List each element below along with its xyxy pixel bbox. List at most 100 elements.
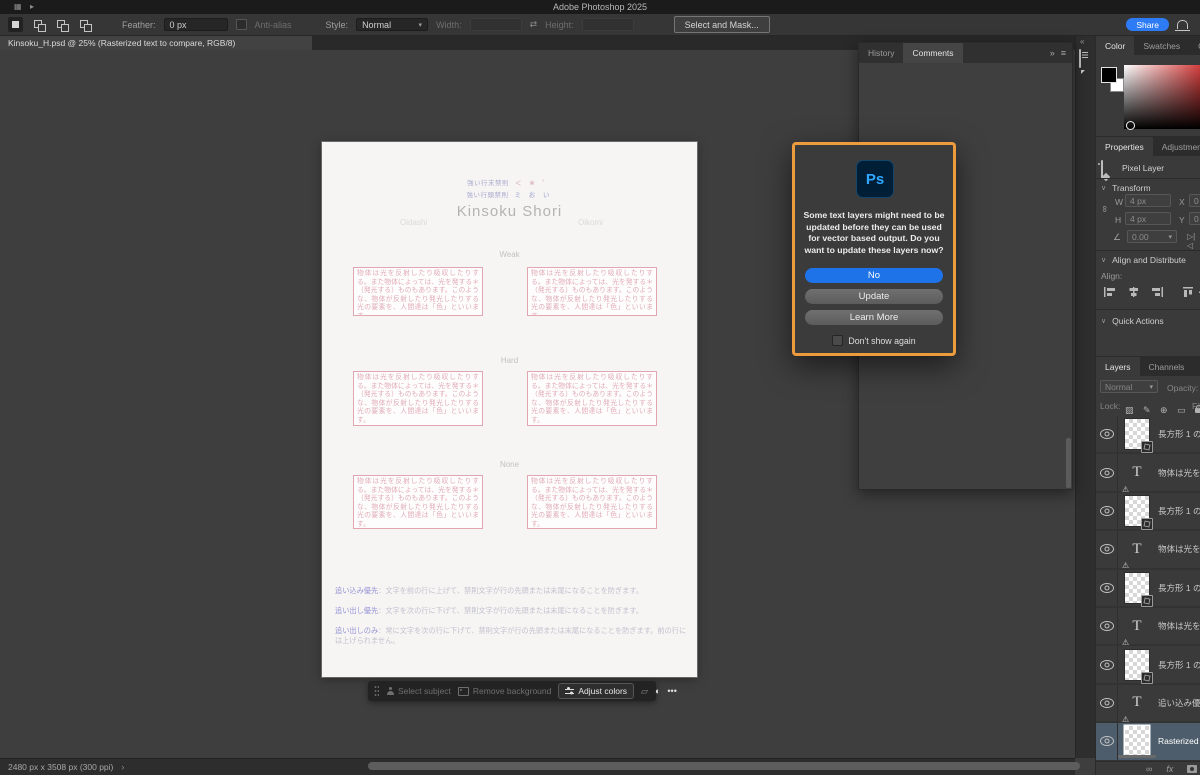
layer-thumbnail[interactable]: T ⚠ (1125, 573, 1149, 603)
swap-width-height-icon[interactable]: ⇄ (530, 19, 538, 30)
footnote-oidashi-nomi: 追い出しのみ：常に文字を次の行に下げて、禁則文字が行の先頭または末尾になることを… (335, 626, 687, 646)
status-chevron-icon[interactable]: › (121, 762, 124, 772)
layer-visibility-toggle[interactable] (1096, 531, 1118, 567)
subtract-from-selection-mode-icon[interactable] (54, 17, 69, 32)
layer-visibility-toggle[interactable] (1096, 416, 1118, 452)
lock-artboard-icon[interactable]: ▭ (1177, 405, 1186, 415)
foreground-color-swatch[interactable] (1101, 67, 1117, 83)
rotation-angle-input[interactable]: 0.00 ▾ (1127, 230, 1177, 243)
comments-panel-icon[interactable] (1079, 71, 1093, 85)
align-top-icon[interactable] (1182, 286, 1195, 298)
layer-row[interactable]: T ⚠ 長方形 1 のコピー (1096, 570, 1200, 608)
layer-thumbnail[interactable]: T ⚠ (1125, 650, 1149, 680)
layer-effects-icon[interactable]: fx (1166, 764, 1173, 774)
layer-visibility-toggle[interactable] (1096, 646, 1118, 682)
layer-row[interactable]: T ⚠ 長方形 1 のコピー (1096, 646, 1200, 684)
flip-icons[interactable]: ▷|◁ (1187, 232, 1200, 250)
feather-input[interactable]: 0 px (164, 18, 228, 31)
tab-comments[interactable]: Comments (903, 43, 962, 63)
layer-row[interactable]: T ⚠ 追い込み優先：... (1096, 685, 1200, 723)
transform-icon[interactable]: ▱ (641, 686, 648, 697)
dont-show-again-checkbox[interactable] (832, 335, 843, 346)
document-tab[interactable]: Kinsoku_H.psd @ 25% (Rasterized text to … (0, 36, 312, 50)
layer-visibility-toggle[interactable] (1096, 493, 1118, 529)
link-layers-icon[interactable]: ∞ (1146, 764, 1152, 774)
layer-thumbnail[interactable]: T ⚠ (1125, 688, 1149, 718)
color-field[interactable] (1124, 65, 1200, 129)
lock-transparent-pixels-icon[interactable]: ▨ (1125, 405, 1134, 415)
height-label: Height: (545, 20, 574, 30)
adjust-colors-button[interactable]: Adjust colors (558, 683, 634, 699)
notifications-bell-icon[interactable] (1177, 20, 1188, 29)
contrast-circle-icon[interactable]: ◐ (655, 686, 660, 696)
text-layer-icon: T (1125, 688, 1149, 718)
align-left-icon[interactable] (1103, 286, 1116, 298)
lock-position-icon[interactable]: ⊕ (1160, 405, 1168, 415)
align-center-horizontal-icon[interactable] (1127, 286, 1140, 298)
transform-width-input[interactable]: 4 px (1125, 194, 1171, 207)
intersect-selection-mode-icon[interactable] (77, 17, 92, 32)
layer-row[interactable]: T ⚠ 物体は光を反射し... (1096, 454, 1200, 492)
tab-properties[interactable]: Properties (1096, 137, 1153, 156)
antialias-checkbox[interactable] (236, 19, 247, 30)
eye-icon (1100, 583, 1114, 593)
layer-visibility-toggle[interactable] (1096, 723, 1118, 759)
tab-swatches[interactable]: Swatches (1134, 36, 1189, 55)
comments-scrollbar[interactable] (1066, 438, 1071, 488)
layer-row[interactable]: T ⚠ 物体は光を反射し... (1096, 531, 1200, 569)
layers-horizontal-scrollbar[interactable] (1118, 755, 1156, 758)
transform-section-header[interactable]: ∨ Transform (1101, 183, 1151, 193)
history-panel-icon[interactable] (1079, 50, 1093, 64)
tab-color[interactable]: Color (1096, 36, 1134, 55)
style-dropdown[interactable]: Normal ▾ (356, 18, 428, 31)
more-options-icon[interactable]: ••• (667, 686, 676, 696)
no-button[interactable]: No (805, 268, 943, 283)
tab-adjustments[interactable]: Adjustments (1153, 137, 1200, 156)
layer-thumbnail[interactable]: T ⚠ (1125, 726, 1149, 756)
text-layer-icon: T (1125, 458, 1149, 488)
layer-thumbnail[interactable]: T ⚠ (1125, 419, 1149, 449)
add-to-selection-mode-icon[interactable] (31, 17, 46, 32)
learn-more-button[interactable]: Learn More (805, 310, 943, 325)
collapse-panels-icon[interactable]: « (1080, 37, 1084, 46)
color-picker-handle[interactable] (1126, 121, 1135, 130)
layer-visibility-toggle[interactable] (1096, 570, 1118, 606)
layer-visibility-toggle[interactable] (1096, 454, 1118, 490)
remove-background-button[interactable]: Remove background (458, 686, 551, 696)
quick-actions-section-header[interactable]: ∨ Quick Actions (1101, 316, 1164, 326)
link-dimensions-icon[interactable]: ∞ (1100, 206, 1110, 212)
new-selection-mode-icon[interactable] (8, 17, 23, 32)
transform-y-input[interactable]: 0 px (1189, 212, 1200, 225)
align-right-icon[interactable] (1151, 286, 1164, 298)
height-input[interactable] (582, 18, 634, 31)
add-layer-mask-icon[interactable] (1187, 765, 1197, 773)
layer-thumbnail[interactable]: T ⚠ (1125, 496, 1149, 526)
layer-visibility-toggle[interactable] (1096, 608, 1118, 644)
select-and-mask-button[interactable]: Select and Mask... (674, 16, 770, 33)
update-button[interactable]: Update (805, 289, 943, 304)
select-subject-button[interactable]: Select subject (386, 686, 451, 696)
lock-image-pixels-icon[interactable]: ✎ (1143, 405, 1151, 415)
layer-thumbnail[interactable]: T ⚠ (1125, 458, 1149, 488)
tab-layers[interactable]: Layers (1096, 357, 1140, 376)
task-bar-drag-handle[interactable] (374, 685, 379, 697)
transform-height-input[interactable]: 4 px (1125, 212, 1171, 225)
tab-channels[interactable]: Channels (1140, 357, 1194, 376)
layer-thumbnail[interactable]: T ⚠ (1125, 611, 1149, 641)
align-distribute-section-header[interactable]: ∨ Align and Distribute (1101, 255, 1186, 265)
layer-visibility-toggle[interactable] (1096, 685, 1118, 721)
layer-row[interactable]: T ⚠ 長方形 1 のコピー (1096, 493, 1200, 531)
tab-gradients[interactable]: Gradients (1189, 36, 1200, 55)
layer-row[interactable]: T ⚠ 物体は光を反射し... (1096, 608, 1200, 646)
share-button[interactable]: Share (1126, 18, 1169, 31)
panel-expand-icon[interactable]: » (1050, 48, 1055, 58)
transform-x-input[interactable]: 0 px (1189, 194, 1200, 207)
layer-row[interactable]: T ⚠ 長方形 1 のコピー (1096, 416, 1200, 454)
tab-history[interactable]: History (859, 43, 903, 63)
panel-menu-icon[interactable]: ≡ (1061, 48, 1066, 58)
horizontal-scrollbar[interactable] (368, 762, 1080, 770)
width-input[interactable] (470, 18, 522, 31)
layer-thumbnail[interactable]: T ⚠ (1125, 534, 1149, 564)
tab-paths[interactable]: Paths (1193, 357, 1200, 376)
blend-mode-dropdown[interactable]: Normal ▾ (1100, 380, 1158, 393)
